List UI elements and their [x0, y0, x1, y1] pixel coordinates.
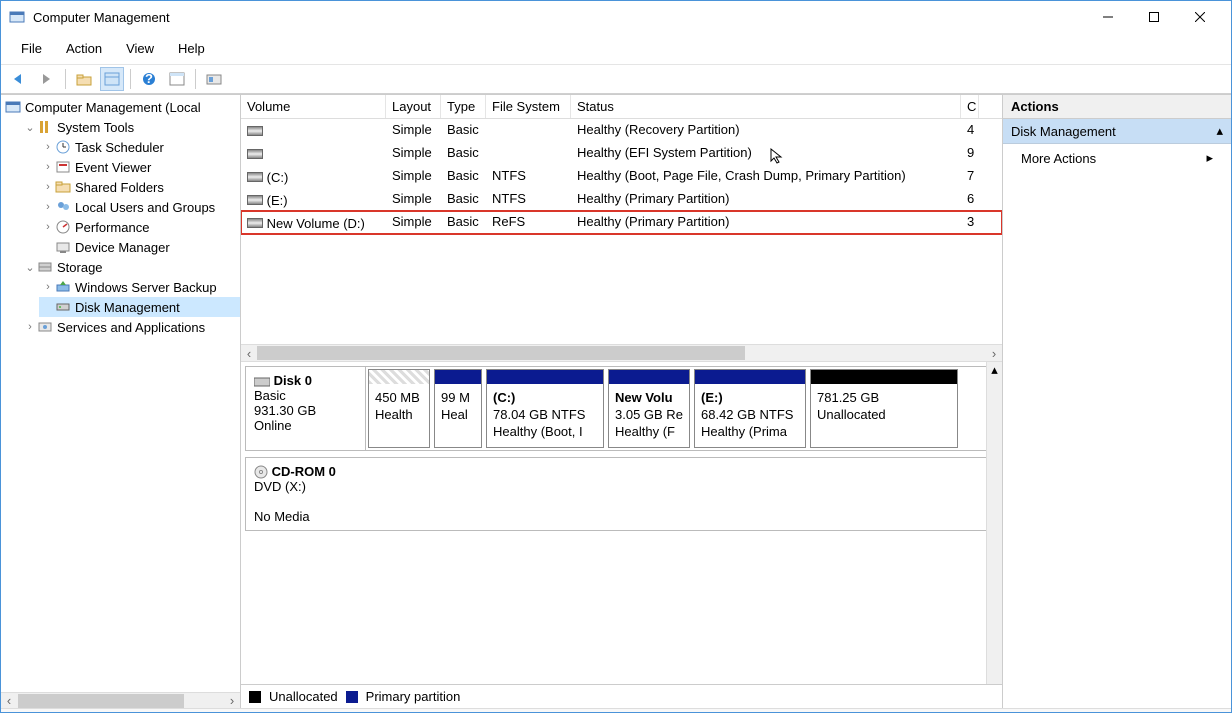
actions-header: Actions	[1003, 95, 1231, 119]
volume-row[interactable]: (C:)SimpleBasicNTFSHealthy (Boot, Page F…	[241, 165, 1002, 188]
menu-help[interactable]: Help	[168, 37, 215, 60]
tree-disk-management[interactable]: Disk Management	[39, 297, 240, 317]
volume-row[interactable]: SimpleBasicHealthy (Recovery Partition)4	[241, 119, 1002, 142]
tree-performance[interactable]: ›Performance	[39, 217, 240, 237]
legend: Unallocated Primary partition	[241, 684, 1002, 708]
tree-wsb[interactable]: ›Windows Server Backup	[39, 277, 240, 297]
collapse-icon: ▴	[1216, 123, 1223, 139]
volume-row[interactable]: (E:)SimpleBasicNTFSHealthy (Primary Part…	[241, 188, 1002, 211]
up-button[interactable]	[72, 67, 96, 91]
tree-storage[interactable]: ⌄Storage	[21, 257, 240, 277]
partition-unallocated[interactable]: 781.25 GBUnallocated	[810, 369, 958, 448]
tree-device-manager[interactable]: Device Manager	[39, 237, 240, 257]
cdrom-icon	[254, 465, 268, 479]
tree-root[interactable]: Computer Management (Local	[3, 97, 240, 117]
tree-system-tools[interactable]: ⌄System Tools	[21, 117, 240, 137]
partition-e[interactable]: (E:)68.42 GB NTFSHealthy (Prima	[694, 369, 806, 448]
tree-local-users[interactable]: ›Local Users and Groups	[39, 197, 240, 217]
tree-services-apps[interactable]: ›Services and Applications	[21, 317, 240, 337]
chevron-right-icon: ▸	[1206, 150, 1213, 166]
actions-section-disk-management[interactable]: Disk Management▴	[1003, 119, 1231, 144]
volume-row[interactable]: SimpleBasicHealthy (EFI System Partition…	[241, 142, 1002, 165]
tree-task-scheduler[interactable]: ›Task Scheduler	[39, 137, 240, 157]
volume-horizontal-scrollbar[interactable]: ‹›	[241, 344, 1002, 362]
partition-c[interactable]: (C:)78.04 GB NTFSHealthy (Boot, I	[486, 369, 604, 448]
minimize-button[interactable]	[1085, 1, 1131, 33]
tree-horizontal-scrollbar[interactable]: ‹›	[1, 692, 240, 708]
forward-button[interactable]	[35, 67, 59, 91]
menu-action[interactable]: Action	[56, 37, 112, 60]
window-title: Computer Management	[33, 10, 1085, 25]
maximize-button[interactable]	[1131, 1, 1177, 33]
help-button[interactable]: ?	[137, 67, 161, 91]
partition-d-new-volume[interactable]: New Volu3.05 GB ReHealthy (F	[608, 369, 690, 448]
disk-0-row[interactable]: Disk 0 Basic 931.30 GB Online 450 MBHeal…	[245, 366, 998, 451]
partition-efi[interactable]: 99 MHeal	[434, 369, 482, 448]
cdrom-0-row[interactable]: CD-ROM 0 DVD (X:) No Media	[245, 457, 998, 532]
volume-table-header[interactable]: Volume Layout Type File System Status C	[241, 95, 1002, 119]
properties-button[interactable]	[165, 67, 189, 91]
back-button[interactable]	[7, 67, 31, 91]
actions-more-actions[interactable]: More Actions▸	[1003, 144, 1231, 172]
partition-recovery[interactable]: 450 MBHealth	[368, 369, 430, 448]
tree-event-viewer[interactable]: ›Event Viewer	[39, 157, 240, 177]
disk-0-name: Disk 0	[274, 373, 312, 388]
tree-shared-folders[interactable]: ›Shared Folders	[39, 177, 240, 197]
menu-view[interactable]: View	[116, 37, 164, 60]
view-list-button[interactable]	[100, 67, 124, 91]
volume-row[interactable]: New Volume (D:)SimpleBasicReFSHealthy (P…	[241, 211, 1002, 234]
app-icon	[9, 9, 25, 25]
cdrom-name: CD-ROM 0	[272, 464, 336, 479]
graphical-vertical-scrollbar[interactable]: ▴	[986, 362, 1002, 684]
refresh-button[interactable]	[202, 67, 226, 91]
menu-file[interactable]: File	[11, 37, 52, 60]
close-button[interactable]	[1177, 1, 1223, 33]
svg-text:?: ?	[145, 72, 153, 86]
disk-icon	[254, 376, 270, 388]
